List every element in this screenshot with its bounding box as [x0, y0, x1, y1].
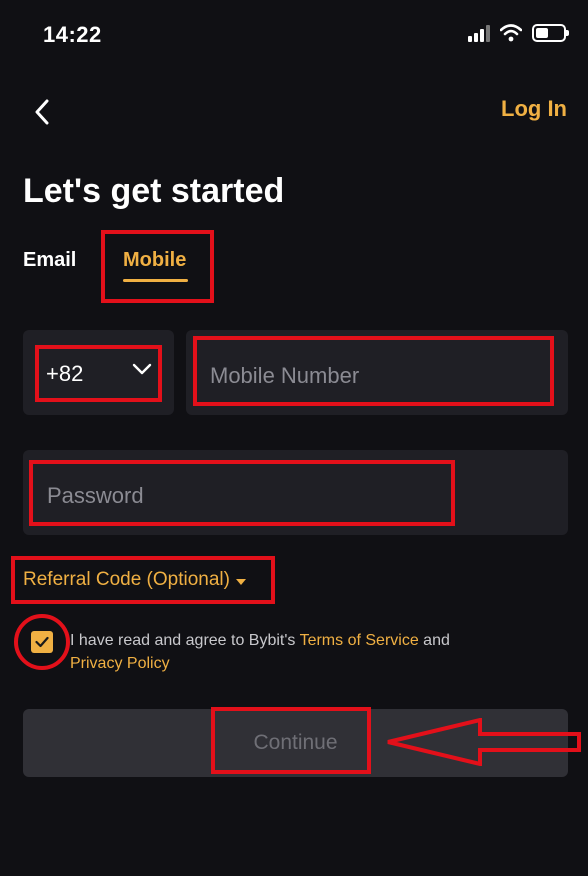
battery-icon	[532, 24, 569, 42]
country-code-selector[interactable]: +82	[23, 330, 174, 415]
status-time: 14:22	[43, 22, 102, 47]
privacy-policy-link[interactable]: Privacy Policy	[70, 655, 170, 672]
back-chevron-icon	[35, 99, 49, 125]
mobile-number-input[interactable]	[210, 360, 540, 392]
status-icons	[468, 24, 569, 42]
country-code-value: +82	[46, 361, 84, 386]
page-title: Let's get started	[23, 172, 285, 210]
wifi-icon	[500, 24, 522, 42]
active-tab-indicator	[123, 279, 188, 282]
arrow-left-icon	[387, 718, 581, 766]
login-link[interactable]: Log In	[501, 96, 567, 122]
back-button[interactable]	[26, 94, 58, 130]
checkmark-icon	[35, 636, 49, 648]
agreement-text: I have read and agree to Bybit's Terms o…	[70, 629, 550, 675]
chevron-down-icon	[132, 363, 152, 375]
signal-icon	[468, 24, 490, 42]
password-input[interactable]	[47, 480, 527, 512]
sign-up-screen: 14:22 Log In Let's get started Email Mob…	[0, 0, 588, 876]
tab-email[interactable]: Email	[23, 249, 76, 272]
agree-checkbox[interactable]	[31, 631, 53, 653]
agreement-prefix: I have read and agree to Bybit's	[70, 632, 300, 649]
terms-of-service-link[interactable]: Terms of Service	[300, 632, 419, 649]
mobile-number-field	[186, 330, 568, 415]
agreement-middle: and	[418, 632, 450, 649]
caret-down-icon	[235, 578, 246, 585]
referral-code-label: Referral Code (Optional)	[23, 569, 230, 590]
referral-code-toggle[interactable]: Referral Code (Optional)	[23, 569, 246, 591]
password-field	[23, 450, 568, 535]
continue-label: Continue	[253, 731, 338, 754]
tab-mobile[interactable]: Mobile	[123, 249, 186, 272]
